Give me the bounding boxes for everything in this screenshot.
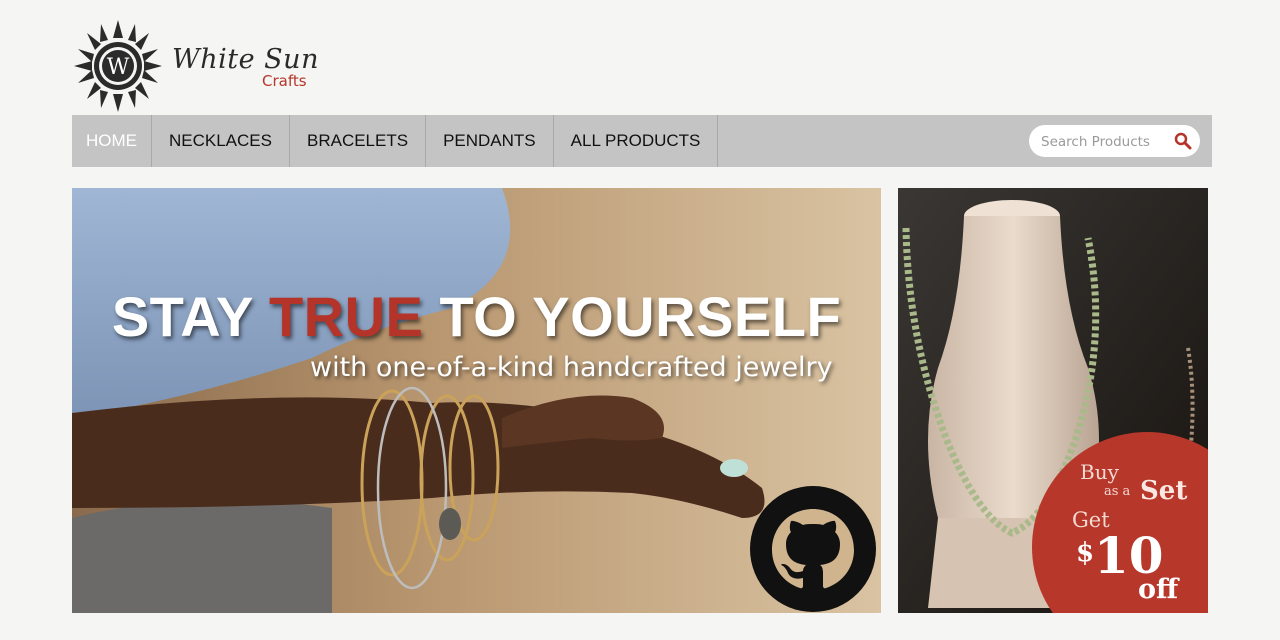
hero-title: STAY TRUE TO YOURSELF	[72, 284, 881, 349]
promo-buy-text: Buy	[1080, 460, 1119, 484]
promo-off-text: off	[1138, 574, 1179, 605]
hero-title-accent: TRUE	[268, 285, 424, 348]
promo-set-text: Set	[1140, 476, 1188, 506]
github-icon[interactable]	[748, 484, 878, 613]
sun-logo-icon[interactable]: W	[74, 20, 162, 112]
main-nav: HOME NECKLACES BRACELETS PENDANTS ALL PR…	[72, 115, 1212, 167]
nav-item-all-products[interactable]: ALL PRODUCTS	[554, 115, 719, 167]
promo-as-a-text: as a	[1104, 484, 1131, 499]
hero-subtitle: with one-of-a-kind handcrafted jewelry	[310, 352, 833, 383]
nav-item-pendants[interactable]: PENDANTS	[426, 115, 554, 167]
nav-item-home[interactable]: HOME	[72, 115, 152, 167]
nav-item-necklaces[interactable]: NECKLACES	[152, 115, 290, 167]
brand-subtitle: Crafts	[262, 72, 307, 90]
site-header: W White Sun Crafts	[72, 18, 372, 113]
hero-title-part2: TO YOURSELF	[423, 285, 842, 348]
promo-tile[interactable]: Buy as a Set Get $ 10 off	[898, 188, 1208, 613]
hero-banner[interactable]: STAY TRUE TO YOURSELF with one-of-a-kind…	[72, 188, 881, 613]
search-box	[1029, 125, 1200, 159]
brand-name[interactable]: White Sun	[172, 44, 319, 75]
search-icon[interactable]	[1174, 132, 1192, 150]
hero-title-part1: STAY	[111, 285, 269, 348]
search-input[interactable]	[1039, 125, 1173, 159]
promo-currency: $	[1076, 538, 1095, 568]
nav-item-bracelets[interactable]: BRACELETS	[290, 115, 427, 167]
logo-letter: W	[107, 55, 130, 80]
